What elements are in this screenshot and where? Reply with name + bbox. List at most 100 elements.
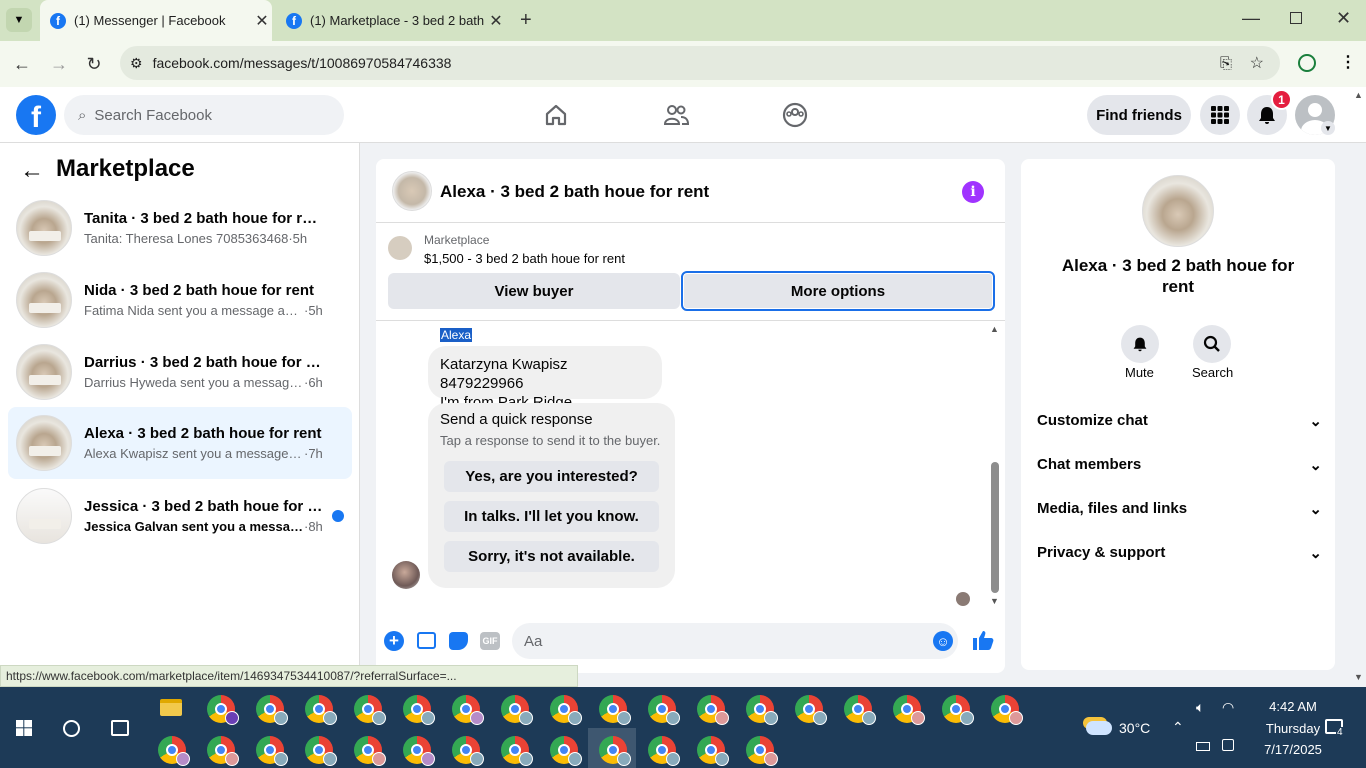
chrome-taskbar-icon[interactable] [256, 736, 288, 766]
minimize-button[interactable]: — [1242, 8, 1260, 29]
tray-chevron-up-icon[interactable]: ⌃ [1172, 719, 1184, 736]
browser-menu-icon[interactable]: ⋮ [1340, 52, 1356, 72]
chrome-taskbar-icon[interactable] [354, 695, 386, 725]
conversation-item-selected[interactable]: Alexa · 3 bed 2 bath houe for rent Alexa… [8, 407, 352, 479]
chrome-taskbar-icon[interactable] [893, 695, 925, 725]
task-view-icon[interactable] [111, 720, 129, 736]
view-buyer-button[interactable]: View buyer [388, 273, 680, 309]
menu-grid-icon[interactable] [1200, 95, 1240, 135]
chrome-taskbar-icon[interactable] [403, 695, 435, 725]
bookmark-star-icon[interactable]: ☆ [1250, 53, 1264, 73]
home-icon[interactable] [538, 97, 574, 133]
more-options-button[interactable]: More options [681, 271, 995, 311]
sticker-icon[interactable] [449, 632, 468, 650]
close-window-button[interactable]: ✕ [1336, 8, 1351, 29]
search-facebook-input[interactable]: ⌕ Search Facebook [64, 95, 344, 135]
chrome-taskbar-icon[interactable] [403, 736, 435, 766]
friends-icon[interactable] [658, 97, 694, 133]
scrollbar-thumb[interactable] [991, 462, 999, 593]
clock-day[interactable]: Thursday [1254, 721, 1332, 736]
chrome-taskbar-icon[interactable] [207, 695, 239, 725]
chrome-taskbar-icon[interactable] [991, 695, 1023, 725]
photo-icon[interactable] [417, 632, 436, 649]
chrome-taskbar-icon[interactable] [550, 736, 582, 766]
chrome-taskbar-icon[interactable] [354, 736, 386, 766]
emoji-icon[interactable]: ☺ [933, 631, 953, 651]
reload-icon[interactable]: ↻ [83, 54, 105, 75]
media-files-links-section[interactable]: Media, files and links ⌄ [1037, 500, 1322, 518]
url-bar[interactable]: ⚙ facebook.com/messages/t/10086970584746… [120, 46, 1280, 80]
chat-members-section[interactable]: Chat members ⌄ [1037, 456, 1322, 474]
file-explorer-icon[interactable] [160, 699, 182, 716]
chrome-taskbar-icon[interactable] [158, 736, 190, 766]
privacy-support-section[interactable]: Privacy & support ⌄ [1037, 544, 1322, 562]
chrome-taskbar-icon[interactable] [452, 736, 484, 766]
search-circle-icon[interactable] [63, 720, 80, 737]
close-tab-icon[interactable]: ✕ [252, 11, 272, 31]
close-tab-icon[interactable]: ✕ [486, 11, 506, 31]
chrome-taskbar-icon[interactable] [844, 695, 876, 725]
chrome-taskbar-icon[interactable] [942, 695, 974, 725]
listing-title[interactable]: $1,500 - 3 bed 2 bath houe for rent [424, 251, 625, 266]
add-plus-icon[interactable]: + [384, 631, 404, 651]
chrome-taskbar-icon[interactable] [599, 695, 631, 725]
site-info-icon[interactable]: ⚙ [130, 55, 143, 72]
info-icon[interactable]: i [962, 181, 984, 203]
chrome-taskbar-icon-active[interactable] [599, 736, 631, 766]
quick-reply-not-available-button[interactable]: Sorry, it's not available. [444, 541, 659, 572]
install-app-icon[interactable]: ⎘ [1220, 55, 1232, 72]
groups-icon[interactable] [777, 97, 813, 133]
chrome-taskbar-icon[interactable] [550, 695, 582, 725]
scroll-down-arrow[interactable]: ▼ [990, 596, 999, 606]
search-conversation-button[interactable] [1193, 325, 1231, 363]
new-tab-button[interactable]: + [520, 9, 532, 32]
page-scroll-down-arrow[interactable]: ▼ [1354, 672, 1363, 682]
chat-title[interactable]: Alexa · 3 bed 2 bath houe for rent [440, 182, 709, 202]
battery-icon[interactable] [1196, 742, 1210, 751]
restore-button[interactable] [1290, 12, 1302, 24]
message-input[interactable]: Aa [512, 623, 958, 659]
facebook-logo-icon[interactable]: f [16, 95, 56, 135]
weather-temperature[interactable]: 30°C [1119, 720, 1150, 736]
customize-chat-section[interactable]: Customize chat ⌄ [1037, 412, 1322, 430]
gif-icon[interactable]: GIF [480, 632, 500, 650]
chrome-taskbar-icon[interactable] [648, 736, 680, 766]
back-icon[interactable]: ← [11, 54, 33, 75]
conversation-item[interactable]: Jessica · 3 bed 2 bath houe for re... Je… [8, 483, 352, 549]
chrome-taskbar-icon[interactable] [501, 736, 533, 766]
quick-reply-yes-button[interactable]: Yes, are you interested? [444, 461, 659, 492]
chrome-taskbar-icon[interactable] [697, 695, 729, 725]
chrome-taskbar-icon[interactable] [795, 695, 827, 725]
chrome-taskbar-icon[interactable] [305, 736, 337, 766]
tab-search-chevron-icon[interactable]: ▼ [6, 8, 32, 32]
mute-button[interactable] [1121, 325, 1159, 363]
conversation-item[interactable]: Nida · 3 bed 2 bath houe for rent Fatima… [8, 267, 352, 333]
quick-reply-in-talks-button[interactable]: In talks. I'll let you know. [444, 501, 659, 532]
back-arrow-icon[interactable]: ← [20, 157, 44, 185]
account-chevron-icon[interactable]: ▼ [1321, 121, 1335, 135]
like-thumb-icon[interactable] [972, 629, 994, 657]
weather-cloud-icon[interactable] [1086, 721, 1112, 735]
conversation-item[interactable]: Tanita · 3 bed 2 bath houe for rent Tani… [8, 195, 352, 261]
profile-icon[interactable] [1298, 54, 1316, 72]
conversation-item[interactable]: Darrius · 3 bed 2 bath houe for rent Dar… [8, 339, 352, 405]
forward-icon[interactable]: → [48, 54, 70, 75]
wifi-icon[interactable]: ◠ [1222, 699, 1234, 716]
clock-date[interactable]: 7/17/2025 [1254, 742, 1332, 757]
chat-header-avatar[interactable] [392, 171, 432, 211]
tab-messenger[interactable]: f (1) Messenger | Facebook ✕ [40, 0, 272, 41]
chrome-taskbar-icon[interactable] [256, 695, 288, 725]
device-icon[interactable] [1222, 739, 1234, 751]
chrome-taskbar-icon[interactable] [452, 695, 484, 725]
volume-icon[interactable]: 🔈︎ [1196, 699, 1204, 716]
chrome-taskbar-icon[interactable] [501, 695, 533, 725]
clock-time[interactable]: 4:42 AM [1254, 699, 1332, 714]
scroll-up-arrow[interactable]: ▲ [990, 324, 999, 334]
chrome-taskbar-icon[interactable] [207, 736, 239, 766]
start-windows-icon[interactable] [16, 720, 32, 741]
page-scroll-up-arrow[interactable]: ▲ [1354, 90, 1363, 100]
chrome-taskbar-icon[interactable] [305, 695, 337, 725]
chrome-taskbar-icon[interactable] [648, 695, 680, 725]
chrome-taskbar-icon[interactable] [746, 695, 778, 725]
tab-marketplace[interactable]: f (1) Marketplace - 3 bed 2 bath h ✕ [276, 0, 506, 41]
